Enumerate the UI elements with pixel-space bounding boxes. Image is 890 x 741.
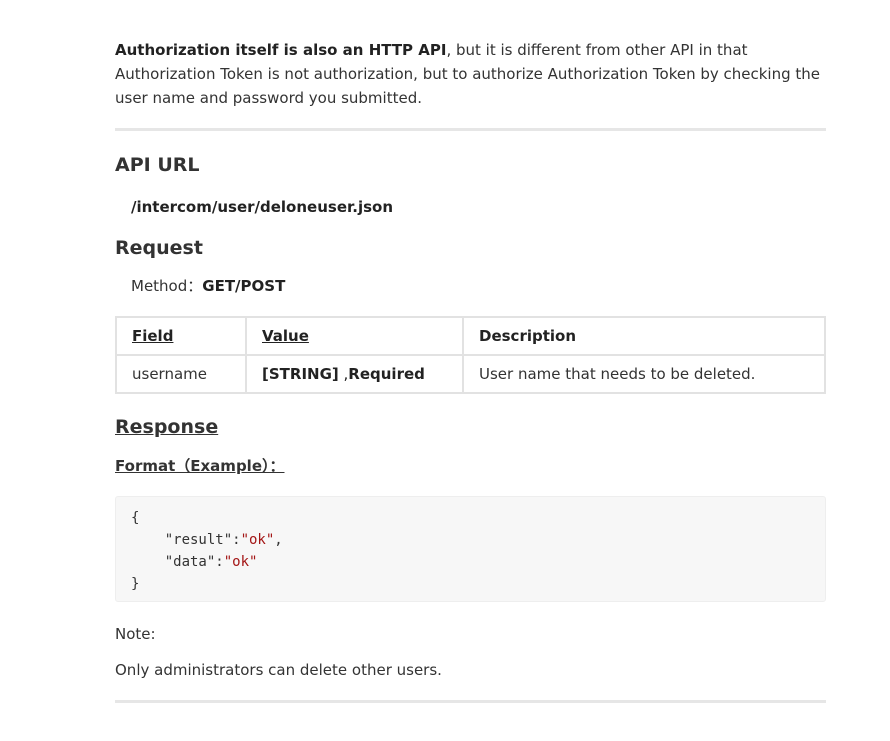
divider-bottom <box>115 700 826 703</box>
table-header-row: Field Value Description <box>115 316 826 356</box>
value-separator: , <box>338 365 349 383</box>
code-val-result: "ok" <box>240 532 275 548</box>
code-key-data: "data": <box>131 554 224 570</box>
response-heading: Response <box>115 416 219 438</box>
note-text: Only administrators can delete other use… <box>115 661 442 679</box>
code-key-result: "result": <box>131 532 241 548</box>
value-required: Required <box>348 365 425 383</box>
header-field: Field <box>115 316 247 356</box>
divider-top <box>115 128 826 131</box>
format-label: Format（Example）： <box>115 457 285 475</box>
request-heading: Request <box>115 237 203 259</box>
value-type: [STRING] <box>262 365 339 383</box>
method-value: GET/POST <box>202 277 286 295</box>
code-val-data: "ok" <box>223 554 258 570</box>
header-description: Description <box>462 316 826 356</box>
cell-field: username <box>115 354 247 394</box>
code-line-result: "result":"ok", <box>131 529 810 551</box>
cell-description: User name that needs to be deleted. <box>462 354 826 394</box>
table-row: username [STRING] ,Required User name th… <box>115 354 826 394</box>
api-url-path: /intercom/user/deloneuser.json <box>131 198 394 216</box>
api-url-heading: API URL <box>115 154 200 176</box>
note-label: Note: <box>115 625 156 643</box>
request-fields-table: Field Value Description username [STRING… <box>115 316 826 394</box>
method-line: Method：GET/POST <box>131 276 826 296</box>
intro-paragraph: Authorization itself is also an HTTP API… <box>115 38 826 110</box>
code-line-data: "data":"ok" <box>131 551 810 573</box>
method-label: Method： <box>131 277 203 295</box>
code-line-open: { <box>131 510 140 526</box>
code-comma: , <box>274 532 283 548</box>
code-block: { "result":"ok", "data":"ok" } <box>115 496 826 602</box>
doc-content: Authorization itself is also an HTTP API… <box>115 0 826 703</box>
cell-value: [STRING] ,Required <box>245 354 464 394</box>
code-line-close: } <box>131 576 140 592</box>
header-value: Value <box>245 316 464 356</box>
intro-strong: Authorization itself is also an HTTP API <box>115 41 447 59</box>
